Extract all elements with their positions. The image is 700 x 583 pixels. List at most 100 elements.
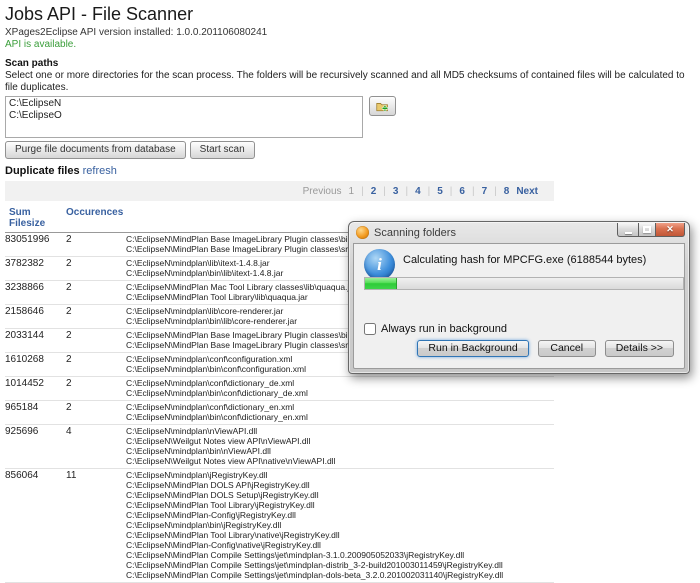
pagination-page-3[interactable]: 3 <box>393 186 399 197</box>
sum-filesize-value: 2033144 <box>5 330 66 350</box>
table-row: 85606411C:\EclipseN\mindplan\jRegistryKe… <box>5 469 554 583</box>
file-paths-cell: C:\EclipseN\mindplan\conf\dictionary_en.… <box>126 402 554 422</box>
cancel-button[interactable]: Cancel <box>538 340 596 357</box>
pagination-separator: | <box>383 186 386 197</box>
pagination-page-2[interactable]: 2 <box>371 186 377 197</box>
dialog-title-icon <box>356 226 369 239</box>
occurrences-value: 2 <box>66 234 126 254</box>
file-path: C:\EclipseN\mindplan\nViewAPI.dll <box>126 426 554 436</box>
file-path: C:\EclipseN\mindplan\bin\conf\dictionary… <box>126 388 554 398</box>
table-row: 9256964C:\EclipseN\mindplan\nViewAPI.dll… <box>5 425 554 469</box>
sum-filesize-value: 856064 <box>5 470 66 580</box>
occurrences-value: 2 <box>66 402 126 422</box>
page-title: Jobs API - File Scanner <box>5 4 700 24</box>
file-path: C:\EclipseN\mindplan\bin\jRegistryKey.dl… <box>126 520 554 530</box>
info-icon: i <box>364 249 395 280</box>
column-header-occurences[interactable]: Occurences <box>66 207 126 229</box>
occurrences-value: 4 <box>66 426 126 466</box>
close-button[interactable]: ✕ <box>656 223 685 237</box>
run-in-background-button[interactable]: Run in Background <box>417 340 528 357</box>
occurrences-value: 2 <box>66 354 126 374</box>
scan-paths-description: Select one or more directories for the s… <box>5 70 700 94</box>
window-controls: ✕ <box>617 223 685 237</box>
file-path: C:\EclipseN\Weilgut Notes view API\nativ… <box>126 456 554 466</box>
scan-paths-input[interactable]: C:\EclipseN C:\EclipseO <box>5 96 363 138</box>
pagination-page-7[interactable]: 7 <box>482 186 488 197</box>
pagination-next[interactable]: Next <box>516 186 538 197</box>
table-row: 10144522C:\EclipseN\mindplan\conf\dictio… <box>5 377 554 401</box>
purge-button[interactable]: Purge file documents from database <box>5 141 186 159</box>
file-paths-cell: C:\EclipseN\mindplan\nViewAPI.dllC:\Ecli… <box>126 426 554 466</box>
pagination: Previous1|2|3|4|5|6|7|8Next <box>5 181 554 201</box>
refresh-link[interactable]: refresh <box>83 165 117 177</box>
pagination-page-6[interactable]: 6 <box>459 186 465 197</box>
progress-fill <box>365 278 397 289</box>
sum-filesize-value: 965184 <box>5 402 66 422</box>
maximize-icon <box>643 226 651 233</box>
api-status-text: API is available. <box>5 39 700 51</box>
file-path: C:\EclipseN\MindPlan Tool Library\native… <box>126 530 554 540</box>
pagination-page-4[interactable]: 4 <box>415 186 421 197</box>
pagination-page-1: 1 <box>349 186 355 197</box>
file-path: C:\EclipseN\MindPlan-Config\native\jRegi… <box>126 540 554 550</box>
details-button[interactable]: Details >> <box>605 340 674 357</box>
sum-filesize-value: 2158646 <box>5 306 66 326</box>
file-path: C:\EclipseN\MindPlan Compile Settings\je… <box>126 560 554 570</box>
file-path: C:\EclipseN\MindPlan Compile Settings\je… <box>126 570 554 580</box>
sum-filesize-value: 925696 <box>5 426 66 466</box>
file-path: C:\EclipseN\MindPlan DOLS Setup\jRegistr… <box>126 490 554 500</box>
occurrences-value: 11 <box>66 470 126 580</box>
start-scan-button[interactable]: Start scan <box>190 141 255 159</box>
close-icon: ✕ <box>666 224 674 235</box>
file-path: C:\EclipseN\MindPlan-Config\jRegistryKey… <box>126 510 554 520</box>
scan-paths-heading: Scan paths <box>5 58 700 70</box>
pagination-separator: | <box>494 186 497 197</box>
file-path: C:\EclipseN\MindPlan DOLS API\jRegistryK… <box>126 480 554 490</box>
add-folder-button[interactable] <box>369 96 396 116</box>
duplicate-files-heading: Duplicate files <box>5 165 80 177</box>
always-run-checkbox[interactable] <box>364 323 376 335</box>
occurrences-value: 2 <box>66 258 126 278</box>
sum-filesize-value: 83051996 <box>5 234 66 254</box>
occurrences-value: 2 <box>66 330 126 350</box>
file-path: C:\EclipseN\mindplan\conf\dictionary_en.… <box>126 402 554 412</box>
file-paths-cell: C:\EclipseN\mindplan\jRegistryKey.dllC:\… <box>126 470 554 580</box>
file-paths-cell: C:\EclipseN\mindplan\conf\dictionary_de.… <box>126 378 554 398</box>
column-header-sum-filesize[interactable]: Sum Filesize <box>5 207 66 229</box>
file-path: C:\EclipseN\mindplan\bin\nViewAPI.dll <box>126 446 554 456</box>
table-row: 9651842C:\EclipseN\mindplan\conf\diction… <box>5 401 554 425</box>
sum-filesize-value: 1610268 <box>5 354 66 374</box>
pagination-page-8[interactable]: 8 <box>504 186 510 197</box>
maximize-button[interactable] <box>639 223 656 237</box>
file-path: C:\EclipseN\Weilgut Notes view API\nView… <box>126 436 554 446</box>
file-path: C:\EclipseN\mindplan\jRegistryKey.dll <box>126 470 554 480</box>
occurrences-value: 2 <box>66 306 126 326</box>
scanning-folders-dialog: Scanning folders ✕ i Calculating hash fo… <box>348 221 690 374</box>
file-path: C:\EclipseN\mindplan\bin\conf\dictionary… <box>126 412 554 422</box>
pagination-separator: | <box>450 186 453 197</box>
folder-plus-icon <box>376 99 389 114</box>
sum-filesize-value: 3782382 <box>5 258 66 278</box>
pagination-separator: | <box>472 186 475 197</box>
duplicate-files-header: Duplicate files refresh <box>5 165 700 178</box>
dialog-title: Scanning folders <box>374 227 456 239</box>
file-path: C:\EclipseN\MindPlan Compile Settings\je… <box>126 550 554 560</box>
occurrences-value: 2 <box>66 282 126 302</box>
pagination-page-5[interactable]: 5 <box>437 186 443 197</box>
scan-paths-section: Scan paths Select one or more directorie… <box>5 58 700 159</box>
pagination-separator: | <box>428 186 431 197</box>
pagination-separator: | <box>405 186 408 197</box>
minimize-button[interactable] <box>617 223 639 237</box>
always-run-row: Always run in background <box>364 323 507 335</box>
sum-filesize-value: 3238866 <box>5 282 66 302</box>
file-path: C:\EclipseN\mindplan\conf\dictionary_de.… <box>126 378 554 388</box>
minimize-icon <box>625 232 632 234</box>
always-run-label: Always run in background <box>381 323 507 335</box>
sum-filesize-value: 1014452 <box>5 378 66 398</box>
pagination-previous: Previous <box>303 186 342 197</box>
file-path: C:\EclipseN\MindPlan Tool Library\jRegis… <box>126 500 554 510</box>
progress-bar <box>364 277 684 290</box>
dialog-body: i Calculating hash for MPCFG.exe (618854… <box>353 243 685 369</box>
api-version-text: XPages2Eclipse API version installed: 1.… <box>5 27 700 39</box>
dialog-buttons: Run in Background Cancel Details >> <box>417 340 674 357</box>
